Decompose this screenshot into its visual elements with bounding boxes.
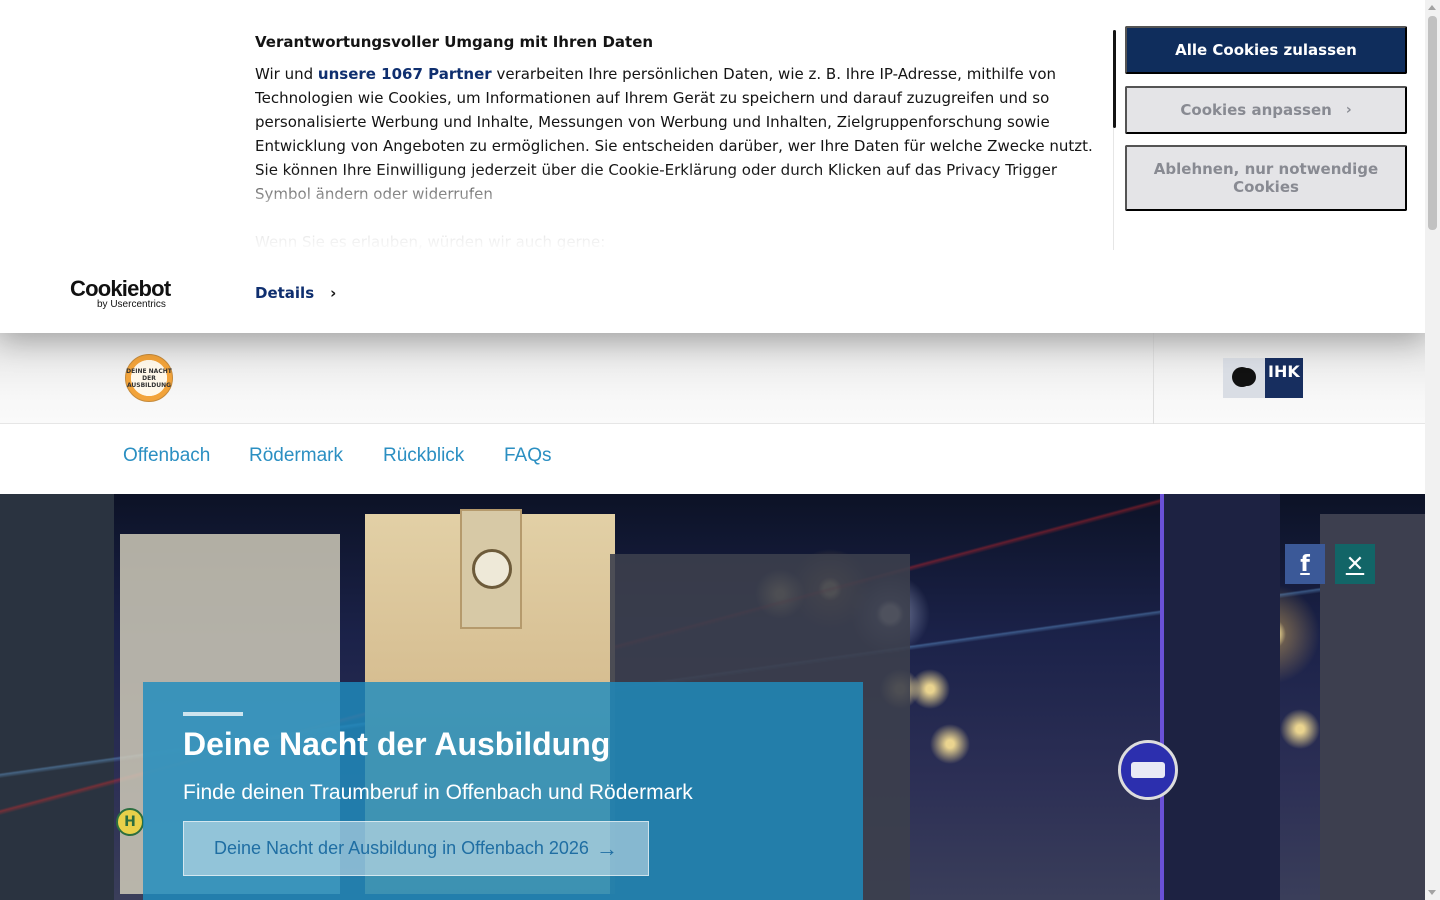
ihk-mark-icon [1223,358,1265,398]
scrollbar-thumb[interactable] [1428,16,1437,230]
ihk-logo[interactable]: IHK [1223,358,1303,398]
bus-stop-sign-icon: H [116,808,144,836]
arrow-right-icon: → [596,835,618,861]
cookiebot-logo-name: Cookiebot [70,276,171,301]
cookie-body-intro: Wir und [255,65,318,83]
hero-cta-button[interactable]: Deine Nacht der Ausbildung in Offenbach … [183,821,649,876]
ihk-logo-text: IHK [1268,362,1300,381]
hero-tower-building [1160,494,1280,900]
chevron-right-icon: › [330,284,337,302]
nav-item-roedermark[interactable]: Rödermark [249,445,343,467]
facebook-icon[interactable]: f [1285,544,1325,584]
scroll-down-icon[interactable] [1428,890,1436,895]
page-scrollbar[interactable] [1425,0,1440,900]
chevron-right-icon: › [1345,102,1352,118]
logo-text: DEINE NACHT DER AUSBILDUNG [126,367,172,389]
cookie-body-main: verarbeiten Ihre persönlichen Daten, wie… [255,65,1093,203]
nacht-der-ausbildung-logo[interactable]: DEINE NACHT DER AUSBILDUNG [125,354,173,402]
cookiebot-logo-by: by Usercentrics [97,299,166,310]
hero-title: Deine Nacht der Ausbildung [183,726,611,762]
header-divider [1153,333,1154,424]
customize-cookies-label: Cookies anpassen [1180,101,1332,119]
main-nav: Offenbach Rödermark Rückblick FAQs [0,424,1425,494]
xing-icon[interactable]: ✕ [1335,544,1375,584]
cookiebot-logo[interactable]: Cookiebot by Usercentrics [70,276,171,310]
hero-subtitle: Finde deinen Traumberuf in Offenbach und… [183,781,693,804]
allow-all-cookies-button[interactable]: Alle Cookies zulassen [1125,26,1407,74]
cookie-details-label: Details [255,284,315,302]
hero-clock [472,549,512,589]
customize-cookies-button[interactable]: Cookies anpassen › [1125,86,1407,134]
hero-card: Deine Nacht der Ausbildung Finde deinen … [143,682,863,900]
hero-cta-label: Deine Nacht der Ausbildung in Offenbach … [214,838,589,858]
nav-item-rueckblick[interactable]: Rückblick [383,445,464,467]
deny-cookies-button[interactable]: Ablehnen, nur notwendige Cookies [1125,145,1407,211]
cookie-details-toggle[interactable]: Details › [255,284,336,302]
cookie-banner-title: Verantwortungsvoller Umgang mit Ihren Da… [255,33,654,51]
bus-lane-sign-icon [1118,740,1178,800]
hero-section: H f ✕ Deine Nacht der Ausbildung Finde d… [0,494,1425,900]
site-header: DEINE NACHT DER AUSBILDUNG IHK [0,333,1425,424]
cookie-body-more: Wenn Sie es erlauben, würden wir auch ge… [255,233,606,250]
nav-item-offenbach[interactable]: Offenbach [123,445,210,467]
scroll-up-icon[interactable] [1428,5,1436,10]
cookie-consent-banner: Verantwortungsvoller Umgang mit Ihren Da… [0,0,1425,333]
nav-item-faqs[interactable]: FAQs [504,445,552,467]
hero-accent-bar [183,712,243,716]
partners-link[interactable]: unsere 1067 Partner [318,65,492,83]
cookie-banner-body[interactable]: Wir und unsere 1067 Partner verarbeiten … [255,62,1095,250]
cookie-body-scrollbar[interactable] [1113,30,1116,128]
